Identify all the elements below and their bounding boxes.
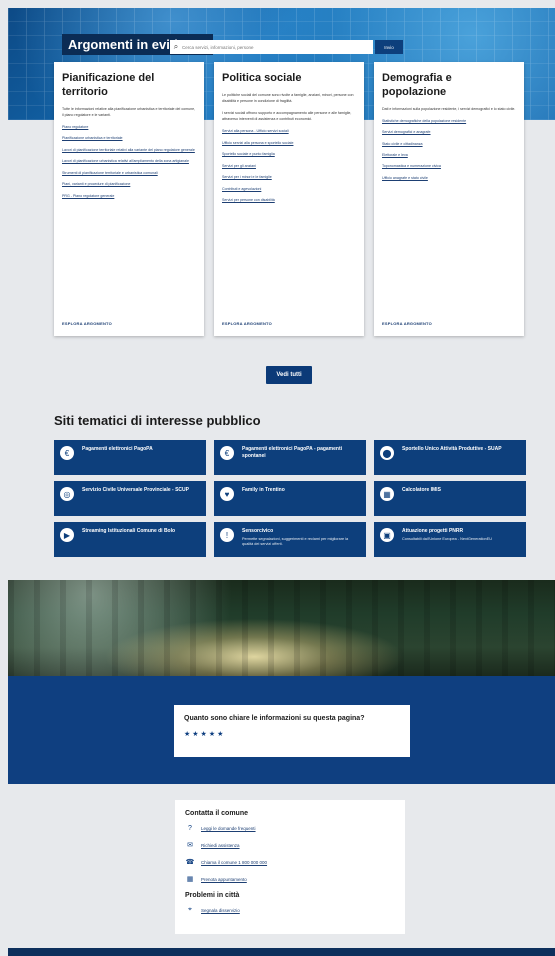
rating-question: Quanto sono chiare le informazioni su qu… — [184, 715, 365, 722]
contact-link[interactable]: Leggi le domande frequenti — [201, 826, 256, 831]
topic-card-title: Pianificazione del territorio — [62, 72, 155, 98]
topic-link[interactable]: PRG - Piano regolatore generale — [62, 193, 196, 199]
explore-topic-link[interactable]: ESPLORA ARGOMENTO — [222, 321, 272, 326]
topic-link[interactable]: Servizi alla persona - Ufficio servizi s… — [222, 128, 356, 134]
thematic-sites-grid: € Pagamenti elettronici PagoPA € Pagamen… — [54, 440, 526, 560]
topic-card-list: Statistiche demografiche della popolazio… — [374, 118, 524, 182]
topic-card-desc: Tutte le informazioni relative alla pian… — [62, 106, 196, 117]
rating-stars[interactable]: ★★★★★ — [184, 730, 400, 738]
scup-icon: ◎ — [60, 487, 74, 501]
site-name: Attuazione progetti PNRR — [402, 528, 464, 534]
problems-row: ⌖ Segnala disservizio — [185, 905, 395, 915]
section-title: Siti tematici di interesse pubblico — [54, 413, 261, 428]
contact-link[interactable]: Richiedi assistenza — [201, 843, 240, 848]
site-card-pagopa-spontanei[interactable]: € Pagamenti elettronici PagoPA - pagamen… — [214, 440, 366, 475]
calculator-icon: ▦ — [380, 487, 394, 501]
site-name: Pagamenti elettronici PagoPA — [82, 446, 153, 452]
site-card-pagopa[interactable]: € Pagamenti elettronici PagoPA — [54, 440, 206, 475]
topic-card-title: Politica sociale — [222, 72, 302, 84]
sensorcivico-icon: ! — [220, 528, 234, 542]
topic-card-desc-2: I servizi sociali offrono supporto e acc… — [222, 110, 352, 122]
contact-row: ✉ Richiedi assistenza — [185, 840, 395, 850]
topic-card-list: Piano regolatore Pianificazione urbanist… — [54, 124, 204, 199]
site-card-sensorcivico[interactable]: ! Sensorcivico Permette segnalazioni, su… — [214, 522, 366, 557]
topic-link[interactable]: Servizi per gli anziani — [222, 163, 356, 169]
topic-link[interactable]: Strumenti di pianificazione territoriale… — [62, 170, 196, 176]
explore-topic-link[interactable]: ESPLORA ARGOMENTO — [382, 321, 432, 326]
site-name: Sportello Unico Attività Produttive - SU… — [402, 446, 502, 452]
family-icon: ♥ — [220, 487, 234, 501]
search-input[interactable] — [182, 44, 362, 50]
contact-title: Contatta il comune — [185, 810, 249, 817]
contact-link[interactable]: Chiama il comune 1 800 000 000 — [201, 860, 267, 865]
site-card-family[interactable]: ♥ Family in Trentino — [214, 481, 366, 516]
topic-card-pianificazione: Pianificazione del territorio Tutte le i… — [54, 62, 204, 336]
topic-link[interactable]: Toponomastica e numerazione civica — [382, 163, 516, 169]
topic-link[interactable]: Sportello sociale e punto famiglia — [222, 151, 356, 157]
topics-cards: Pianificazione del territorio Tutte le i… — [54, 62, 524, 338]
site-card-imis[interactable]: ▦ Calcolatore IMIS — [374, 481, 526, 516]
site-name: Calcolatore IMIS — [402, 487, 441, 493]
site-name: Family in Trentino — [242, 487, 285, 493]
site-name: Servizio Civile Universale Provinciale -… — [82, 487, 189, 493]
topic-card-politica-sociale: Politica sociale Le politiche sociali de… — [214, 62, 364, 336]
topic-link[interactable]: Contributi e agevolazioni — [222, 186, 356, 192]
topic-card-desc: Dati e informazioni sulla popolazione re… — [382, 106, 516, 111]
stream-icon: ▶ — [60, 528, 74, 542]
see-all-button[interactable]: Vedi tutti — [266, 366, 312, 384]
problems-link[interactable]: Segnala disservizio — [201, 908, 240, 913]
contact-link[interactable]: Prenota appuntamento — [201, 877, 247, 882]
explore-topic-link[interactable]: ESPLORA ARGOMENTO — [62, 321, 112, 326]
topic-link[interactable]: Servizi per i minori e le famiglie — [222, 174, 356, 180]
search-banner — [8, 580, 555, 676]
phone-icon: ☎ — [185, 859, 195, 866]
topic-link[interactable]: Stato civile e cittadinanza — [382, 141, 516, 147]
topic-card-demografia: Demografia e popolazione Dati e informaz… — [374, 62, 524, 336]
topic-link[interactable]: Statistiche demografiche della popolazio… — [382, 118, 516, 124]
topic-link[interactable]: Ufficio anagrafe e stato civile — [382, 175, 516, 181]
site-card-scup[interactable]: ◎ Servizio Civile Universale Provinciale… — [54, 481, 206, 516]
contact-row: ? Leggi le domande frequenti — [185, 823, 395, 833]
topic-card-desc: Le politiche sociali del comune sono riv… — [222, 92, 354, 103]
search-button[interactable]: Invio — [375, 40, 403, 54]
topic-link[interactable]: Servizi per persone con disabilità — [222, 197, 356, 203]
search-icon: ⌕ — [173, 42, 179, 51]
suap-icon: ⬤ — [380, 446, 394, 460]
contact-row: ▦ Prenota appuntamento — [185, 874, 395, 884]
topic-link[interactable]: Pianificazione urbanistica e territorial… — [62, 135, 196, 141]
contact-box: Contatta il comune ? Leggi le domande fr… — [175, 800, 405, 934]
problems-title: Problemi in città — [185, 892, 240, 899]
topic-card-title: Demografia e popolazione — [382, 72, 452, 98]
topic-card-list: Servizi alla persona - Ufficio servizi s… — [214, 128, 364, 203]
site-name: Pagamenti elettronici PagoPA - pagamenti… — [242, 446, 343, 459]
topic-link[interactable]: Lavori di pianificazione urbanistica rel… — [62, 158, 196, 164]
rating-card: Quanto sono chiare le informazioni su qu… — [174, 705, 410, 757]
site-card-streaming[interactable]: ▶ Streaming Istituzionali Comune di Bolo — [54, 522, 206, 557]
footer-bar — [8, 948, 555, 956]
pagopa-icon: € — [220, 446, 234, 460]
topic-link[interactable]: Ufficio servizi alla persona e sportello… — [222, 140, 356, 146]
topic-link[interactable]: Piani, varianti e procedure di pianifica… — [62, 181, 196, 187]
site-search: ⌕ — [170, 40, 373, 54]
site-name: Sensorcivico — [242, 528, 274, 534]
topic-link[interactable]: Lavori di pianificazione territoriale re… — [62, 147, 196, 153]
contact-row: ☎ Chiama il comune 1 800 000 000 — [185, 857, 395, 867]
site-desc: Permette segnalazioni, suggerimenti e re… — [242, 536, 349, 547]
calendar-icon: ▦ — [186, 876, 194, 883]
mail-icon: ✉ — [187, 842, 193, 849]
topic-link[interactable]: Elettorale e leva — [382, 152, 516, 158]
forest-background — [8, 580, 555, 676]
site-card-suap[interactable]: ⬤ Sportello Unico Attività Produttive - … — [374, 440, 526, 475]
pnrr-icon: ▣ — [380, 528, 394, 542]
site-name: Streaming Istituzionali Comune di Bolo — [82, 528, 176, 534]
site-desc: Consultabili dall'Unione Europea - NextG… — [402, 536, 493, 541]
pin-icon: ⌖ — [188, 906, 192, 913]
pagopa-icon: € — [60, 446, 74, 460]
help-icon: ? — [188, 824, 192, 832]
site-card-pnrr[interactable]: ▣ Attuazione progetti PNRR Consultabili … — [374, 522, 526, 557]
topic-link[interactable]: Servizi demografici e anagrafe — [382, 129, 516, 135]
topic-link[interactable]: Piano regolatore — [62, 124, 196, 130]
